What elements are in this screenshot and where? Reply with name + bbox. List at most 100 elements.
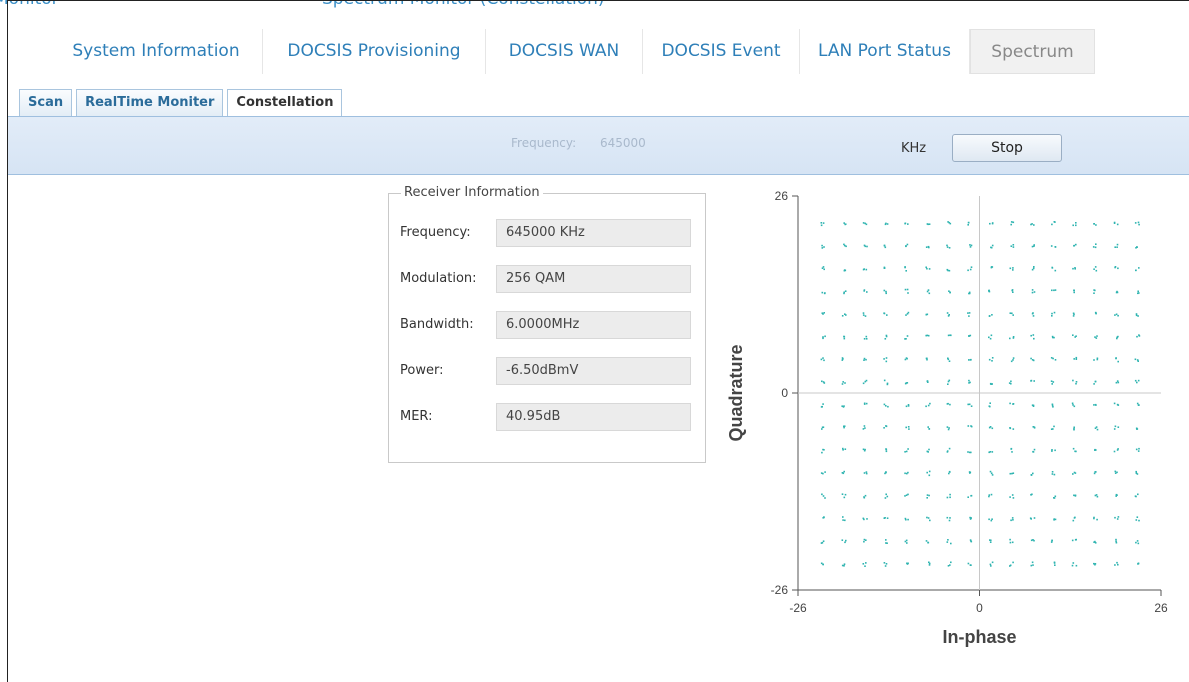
constellation-point	[863, 449, 866, 452]
stop-button[interactable]: Stop	[952, 134, 1062, 162]
constellation-point	[1033, 448, 1036, 451]
constellation-point	[1117, 516, 1120, 518]
constellation-point	[883, 358, 885, 360]
constellation-point	[1115, 495, 1117, 497]
constellation-point	[822, 495, 825, 497]
subtab-constellation[interactable]: Constellation	[227, 89, 343, 118]
y-tick-label: 0	[781, 386, 788, 400]
constellation-point	[862, 382, 865, 385]
constellation-point	[1031, 289, 1034, 291]
constellation-point	[1135, 470, 1137, 473]
constellation-point	[1009, 337, 1011, 340]
page-top-border	[8, 0, 1189, 1]
constellation-point	[1135, 269, 1137, 272]
constellation-point	[1031, 561, 1034, 564]
constellation-point	[948, 269, 951, 272]
constellation-point	[1050, 380, 1053, 382]
constellation-point	[928, 246, 930, 249]
constellation-point	[863, 472, 866, 474]
constellation-point	[1010, 360, 1013, 363]
y-axis-title: Quadrature	[726, 344, 746, 441]
constellation-point	[843, 426, 845, 429]
constellation-point	[1012, 221, 1015, 224]
constellation-point	[906, 563, 909, 565]
constellation-point	[905, 405, 908, 408]
constellation-point	[1137, 292, 1139, 295]
constellation-point	[967, 221, 970, 224]
constellation-point	[1012, 519, 1014, 521]
receiver-frequency-value: 645000 KHz	[496, 219, 691, 247]
constellation-point	[1094, 380, 1097, 383]
constellation-point	[884, 497, 887, 499]
tab-spectrum[interactable]: Spectrum	[970, 29, 1095, 74]
constellation-point	[1117, 381, 1120, 384]
constellation-point	[1012, 561, 1014, 564]
constellation-point	[1072, 473, 1074, 475]
constellation-point	[862, 563, 865, 565]
constellation-point	[928, 292, 931, 295]
tab-lan-port-status[interactable]: LAN Port Status	[800, 29, 970, 74]
constellation-point	[1032, 315, 1035, 317]
constellation-point	[864, 380, 867, 383]
constellation-point	[1117, 360, 1119, 363]
tab-docsis-event[interactable]: DOCSIS Event	[643, 29, 800, 74]
constellation-point	[1096, 428, 1099, 431]
constellation-point	[886, 223, 889, 225]
constellation-point	[865, 268, 868, 271]
constellation-point	[904, 451, 906, 453]
constellation-point	[988, 290, 990, 292]
subtab-scan[interactable]: Scan	[19, 89, 73, 116]
constellation-point	[969, 244, 971, 246]
constellation-point	[989, 337, 992, 340]
constellation-point	[1136, 359, 1139, 361]
constellation-point	[822, 472, 824, 475]
tab-docsis-provisioning[interactable]: DOCSIS Provisioning	[263, 29, 486, 74]
constellation-point	[1117, 448, 1119, 450]
constellation-point	[988, 315, 991, 317]
constellation-point	[946, 246, 949, 248]
frequency-unit-label: KHz	[901, 141, 927, 156]
constellation-point	[1031, 493, 1033, 496]
constellation-point	[843, 470, 845, 473]
constellation-point	[1071, 564, 1074, 567]
constellation-point	[1137, 562, 1140, 565]
constellation-point	[1072, 519, 1075, 522]
constellation-point	[946, 244, 948, 247]
constellation-point	[884, 565, 887, 567]
constellation-point	[1051, 312, 1053, 315]
constellation-point	[928, 561, 930, 564]
tab-system-information[interactable]: System Information	[50, 29, 263, 74]
tab-docsis-wan[interactable]: DOCSIS WAN	[486, 29, 643, 74]
constellation-point	[1094, 336, 1096, 338]
constellation-point	[1096, 495, 1099, 498]
constellation-point	[950, 542, 952, 545]
constellation-point	[1011, 472, 1013, 475]
constellation-point	[906, 472, 908, 475]
constellation-point	[1012, 269, 1014, 271]
constellation-point	[926, 358, 928, 361]
constellation-point	[970, 451, 972, 454]
constellation-point	[821, 291, 824, 294]
receiver-information-legend: Receiver Information	[401, 185, 543, 200]
constellation-point	[885, 405, 887, 407]
constellation-point	[1074, 267, 1076, 269]
constellation-point	[823, 382, 826, 384]
constellation-point	[1054, 449, 1056, 452]
constellation-point	[1031, 359, 1034, 361]
constellation-point	[906, 288, 909, 291]
constellation-point	[843, 291, 845, 294]
constellation-point	[967, 451, 969, 453]
frequency-input[interactable]: 645000	[600, 136, 646, 150]
constellation-point	[1117, 314, 1119, 317]
subtab-realtime-monitor[interactable]: RealTime Moniter	[76, 89, 224, 116]
constellation-point	[1113, 221, 1116, 224]
constellation-point	[949, 517, 951, 519]
constellation-point	[1009, 541, 1012, 544]
constellation-point	[1033, 426, 1036, 428]
constellation-point	[1117, 335, 1119, 338]
constellation-point	[1113, 428, 1116, 430]
constellation-point	[843, 222, 845, 224]
constellation-point	[1032, 472, 1034, 475]
constellation-point	[904, 222, 906, 225]
constellation-point	[946, 403, 949, 405]
